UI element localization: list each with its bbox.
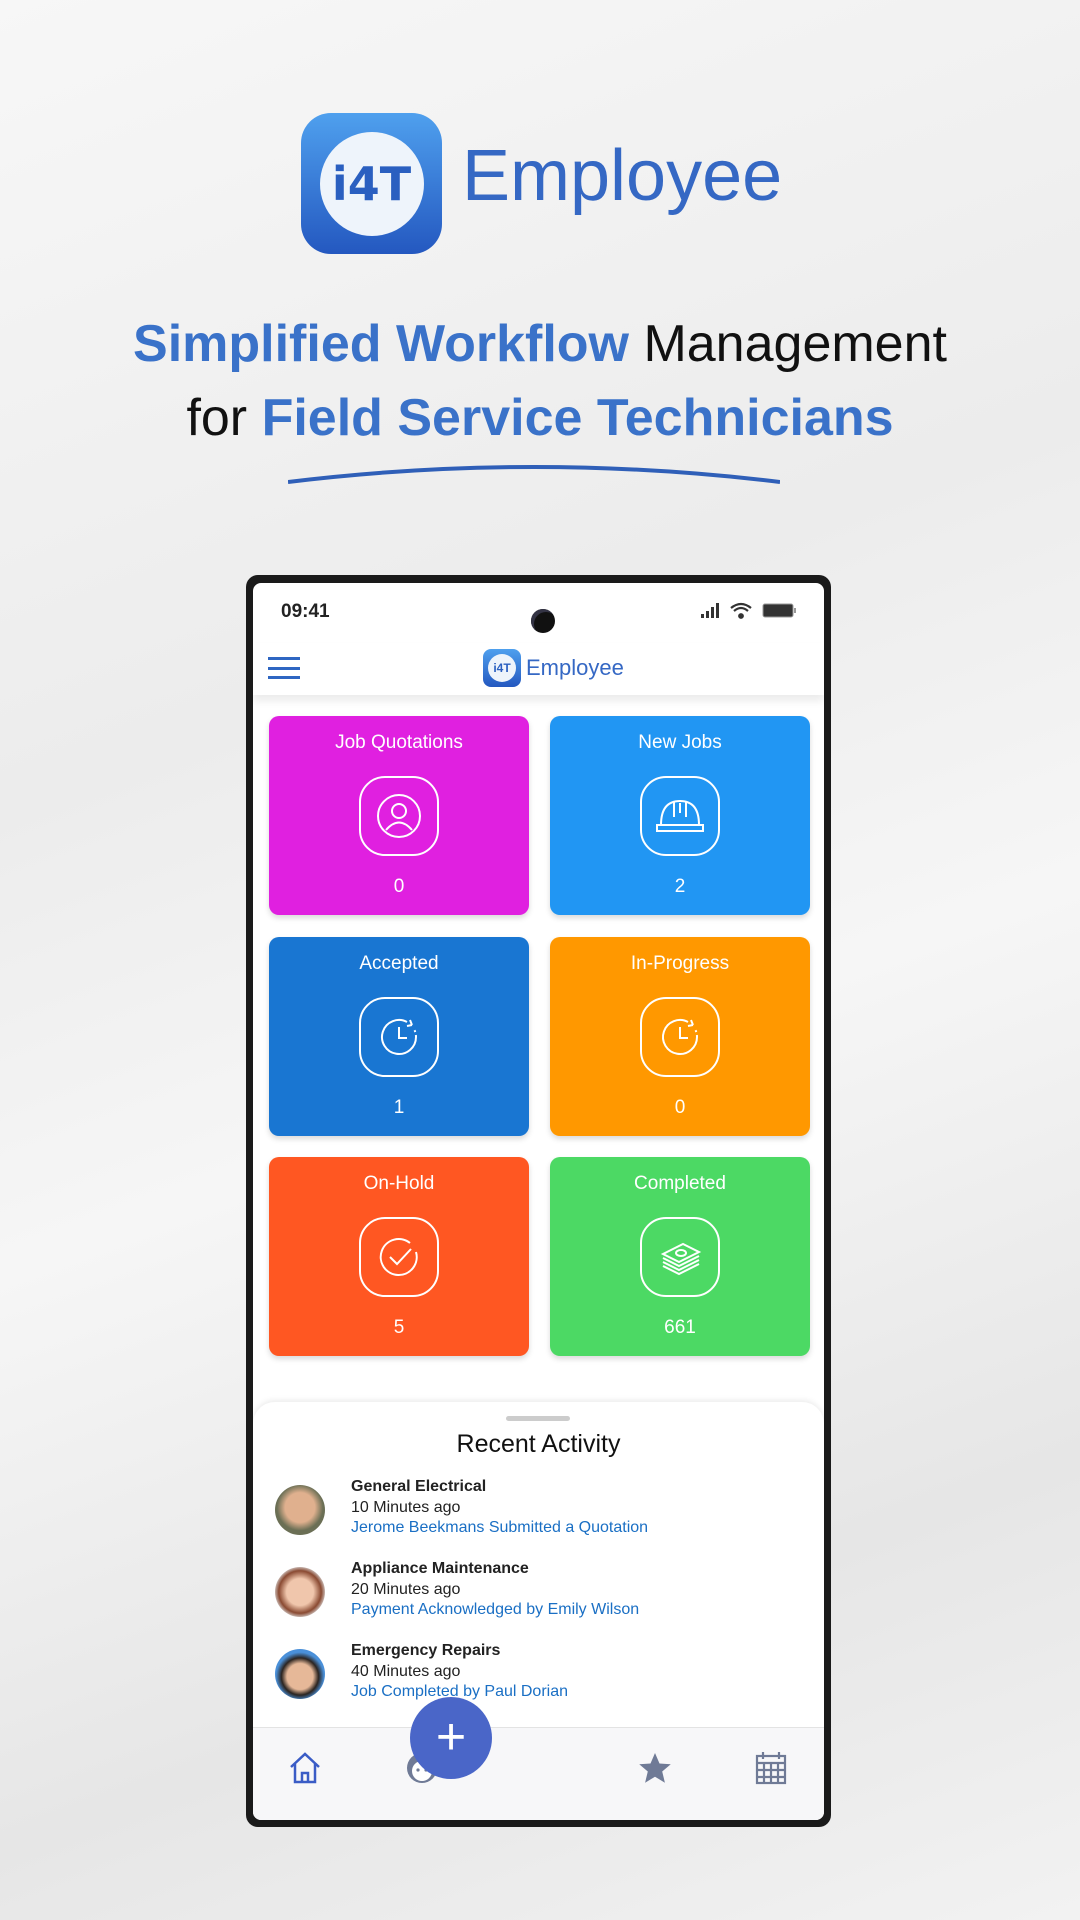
check-circle-icon — [359, 1217, 439, 1297]
sheet-handle[interactable] — [506, 1416, 570, 1421]
avatar — [275, 1649, 325, 1699]
activity-title: General Electrical — [351, 1478, 487, 1495]
card-title: In-Progress — [630, 953, 730, 974]
status-icons — [701, 602, 796, 619]
card-title: Completed — [634, 1173, 726, 1194]
headline-line-1: Simplified Workflow Management — [0, 318, 1080, 370]
activity-item[interactable]: General Electrical 10 Minutes ago Jerome… — [253, 1478, 824, 1548]
activity-detail: Payment Acknowledged by Emily Wilson — [351, 1601, 640, 1618]
headline-highlight: Field Service Technicians — [261, 389, 894, 447]
signal-icon — [701, 603, 719, 618]
home-icon[interactable] — [285, 1748, 325, 1788]
add-button[interactable]: + — [410, 1697, 492, 1779]
activity-item[interactable]: Appliance Maintenance 20 Minutes ago Pay… — [253, 1560, 824, 1630]
recent-activity-title: Recent Activity — [456, 1430, 621, 1458]
camera-icon — [531, 609, 555, 633]
card-on-hold[interactable]: On-Hold 5 — [269, 1157, 529, 1356]
card-title: Accepted — [359, 953, 439, 974]
activity-title: Appliance Maintenance — [351, 1560, 529, 1577]
card-title: On-Hold — [363, 1173, 435, 1194]
headline-text: Management — [629, 315, 947, 373]
activity-time: 10 Minutes ago — [351, 1499, 461, 1516]
card-count: 5 — [393, 1317, 405, 1338]
wifi-icon — [730, 602, 752, 619]
headline-text: for — [186, 389, 262, 447]
user-icon — [359, 776, 439, 856]
card-job-quotations[interactable]: Job Quotations 0 — [269, 716, 529, 915]
phone-screen: 09:41 i4T Employee Job Quotations 0 New Jo… — [253, 583, 824, 1820]
avatar — [275, 1485, 325, 1535]
app-title: Employee — [526, 655, 624, 680]
money-stack-icon — [640, 1217, 720, 1297]
bottom-nav — [253, 1727, 824, 1820]
activity-time: 20 Minutes ago — [351, 1581, 461, 1598]
clock-icon — [359, 997, 439, 1077]
card-title: Job Quotations — [335, 732, 463, 753]
app-logo: i4T — [483, 649, 521, 687]
activity-title: Emergency Repairs — [351, 1642, 501, 1659]
card-completed[interactable]: Completed 661 — [550, 1157, 810, 1356]
recent-activity-sheet: Recent Activity General Electrical 10 Mi… — [253, 1402, 824, 1732]
activity-item[interactable]: Emergency Repairs 40 Minutes ago Job Com… — [253, 1642, 824, 1712]
card-count: 0 — [674, 1097, 686, 1118]
card-accepted[interactable]: Accepted 1 — [269, 937, 529, 1136]
card-title: New Jobs — [638, 732, 722, 753]
phone-frame: 09:41 i4T Employee Job Quotations 0 New Jo… — [246, 575, 831, 1827]
app-header: i4T Employee — [253, 643, 824, 695]
calendar-icon[interactable] — [751, 1748, 791, 1788]
battery-icon — [762, 603, 796, 618]
hard-hat-icon — [640, 776, 720, 856]
card-count: 661 — [664, 1317, 696, 1338]
card-in-progress[interactable]: In-Progress 0 — [550, 937, 810, 1136]
card-new-jobs[interactable]: New Jobs 2 — [550, 716, 810, 915]
status-time: 09:41 — [281, 601, 330, 622]
clock-icon — [640, 997, 720, 1077]
card-count: 2 — [674, 876, 686, 897]
activity-detail: Jerome Beekmans Submitted a Quotation — [351, 1519, 649, 1536]
card-count: 0 — [393, 876, 405, 897]
hamburger-icon[interactable] — [268, 657, 300, 679]
brand-name: Employee — [462, 136, 783, 216]
brand-logo: i4T — [301, 113, 442, 254]
headline-underline — [288, 465, 780, 484]
headline-line-2: for Field Service Technicians — [0, 392, 1080, 444]
headline-highlight: Simplified Workflow — [133, 315, 629, 373]
card-count: 1 — [393, 1097, 405, 1118]
activity-time: 40 Minutes ago — [351, 1663, 461, 1680]
avatar — [275, 1567, 325, 1617]
star-icon[interactable] — [635, 1748, 675, 1788]
